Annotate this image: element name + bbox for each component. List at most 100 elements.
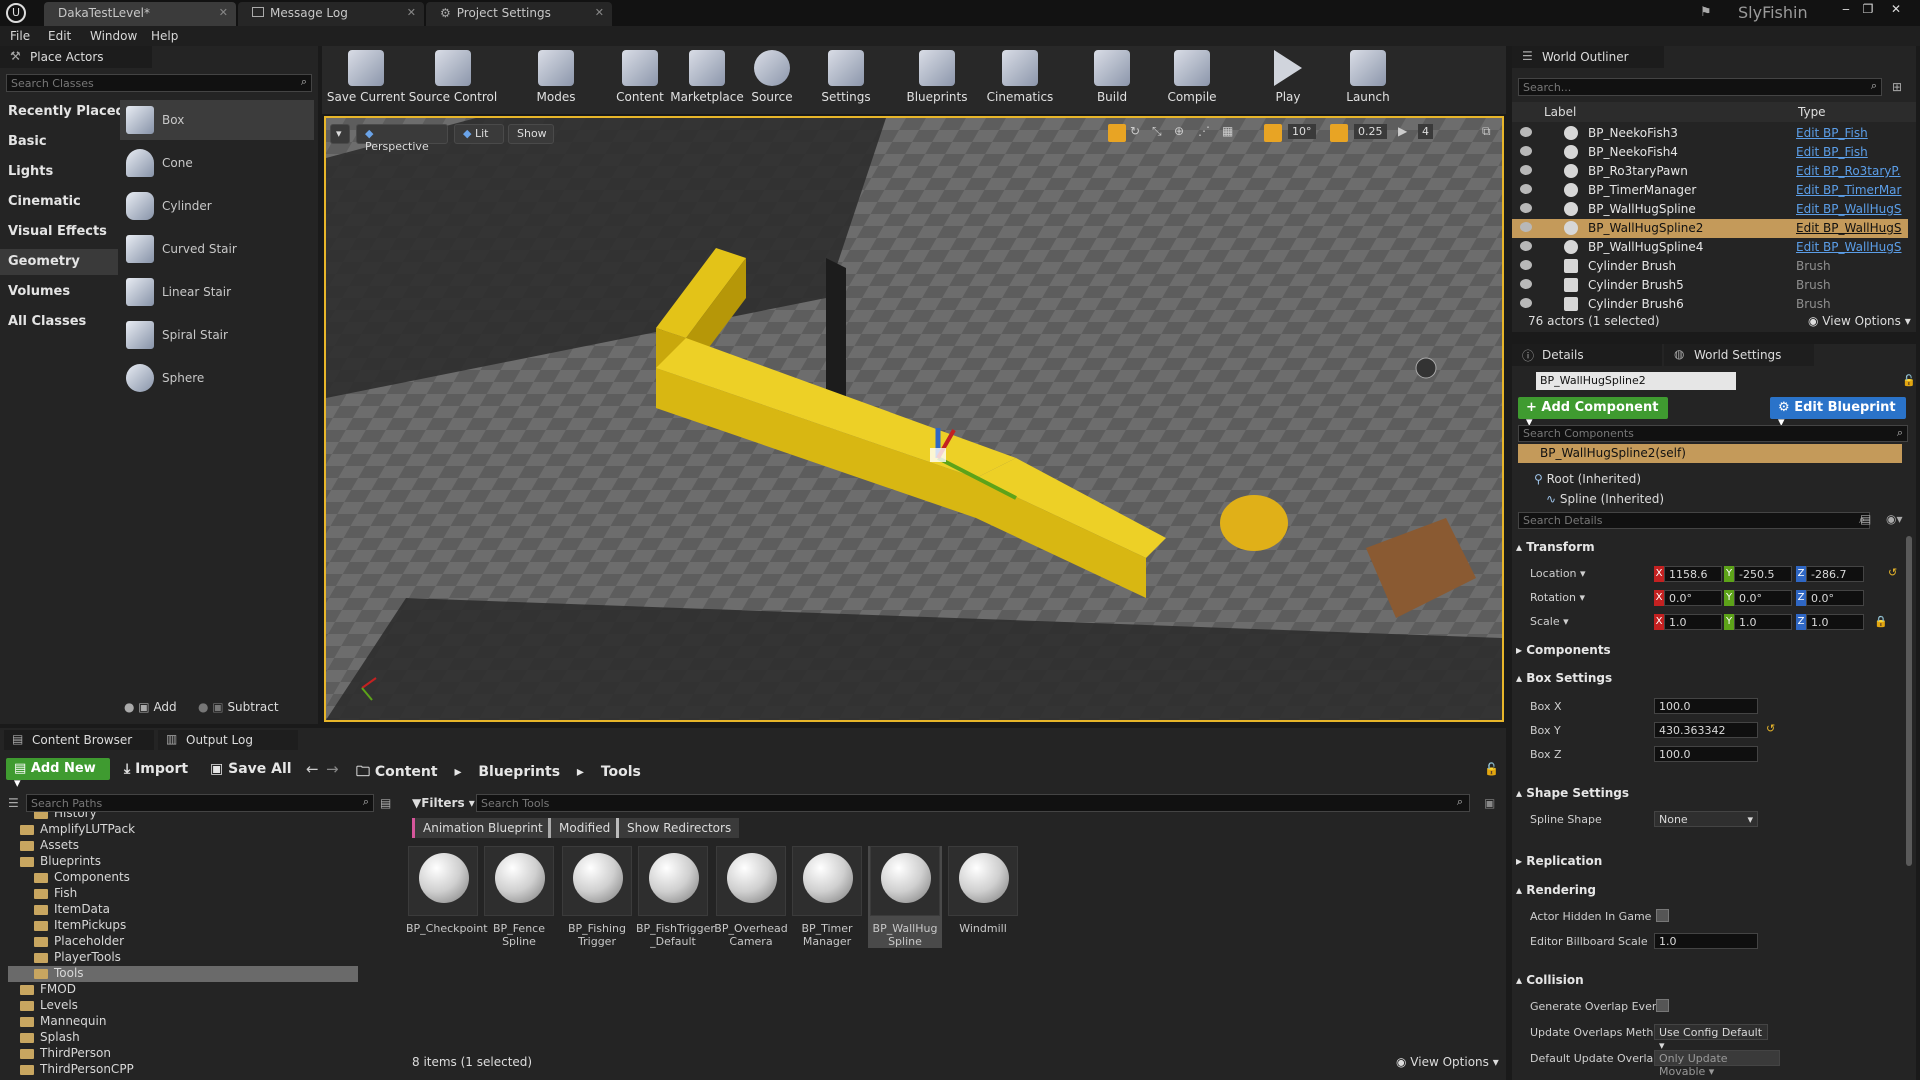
save-current-button[interactable]: Save Current xyxy=(326,50,406,104)
show-button[interactable]: Show xyxy=(508,124,554,144)
location-x-field[interactable]: 1158.6 xyxy=(1664,566,1722,582)
folder-tree-item[interactable]: History xyxy=(34,812,97,822)
settings-button[interactable]: Settings xyxy=(816,50,876,104)
tab-message-log[interactable]: Message Log ✕ xyxy=(238,2,424,26)
folder-tree-item[interactable]: Splash xyxy=(20,1030,80,1046)
update-overlaps-dropdown[interactable]: Use Config Default ▾ xyxy=(1654,1024,1768,1052)
location-y-field[interactable]: -250.5 xyxy=(1734,566,1792,582)
shape-spiral-stair[interactable]: Spiral Stair xyxy=(120,315,314,355)
generate-overlap-checkbox[interactable] xyxy=(1656,999,1669,1012)
search-paths-input[interactable]: Search Paths ⌕ xyxy=(26,794,374,812)
spline-shape-dropdown[interactable]: None ▾ xyxy=(1654,811,1758,827)
minimize-button[interactable]: ‒ xyxy=(1836,2,1856,16)
folder-tree-item[interactable]: Fish xyxy=(34,886,77,902)
eye-icon[interactable] xyxy=(1520,146,1532,156)
close-icon[interactable]: ✕ xyxy=(407,6,416,19)
source-button[interactable]: Source xyxy=(742,50,802,104)
rotation-z-field[interactable]: 0.0° xyxy=(1806,590,1864,606)
forward-arrow-icon[interactable]: → xyxy=(326,760,339,778)
tab-level[interactable]: DakaTestLevel* ✕ xyxy=(44,2,236,26)
marketplace-button[interactable]: Marketplace xyxy=(670,50,744,104)
menu-edit[interactable]: Edit xyxy=(48,29,71,43)
eye-icon[interactable] xyxy=(1520,298,1532,308)
outliner-row[interactable]: BP_NeekoFish4 Edit BP_Fish xyxy=(1512,143,1908,162)
save-all-button[interactable]: ▣ Save All xyxy=(210,761,292,777)
perspective-button[interactable]: ◆ Perspective xyxy=(356,124,448,153)
category-cinematic[interactable]: Cinematic xyxy=(8,194,81,209)
asset-tile[interactable]: BP_Overhead Camera xyxy=(714,846,788,948)
asset-tile[interactable]: Windmill xyxy=(946,846,1020,935)
outliner-row-selected[interactable]: BP_WallHugSpline2 Edit BP_WallHugS xyxy=(1512,219,1908,238)
add-radio[interactable]: ● ▣ Add xyxy=(124,700,177,714)
close-icon[interactable]: ✕ xyxy=(219,6,228,19)
eye-icon[interactable] xyxy=(1520,260,1532,270)
outliner-row[interactable]: Cylinder Brush6 Brush xyxy=(1512,295,1908,314)
folder-tree-item[interactable]: ThirdPerson xyxy=(20,1046,111,1062)
filters-button[interactable]: ▼Filters ▾ xyxy=(412,796,475,810)
shape-settings-section[interactable]: ▴ Shape Settings xyxy=(1516,786,1629,800)
outliner-row[interactable]: Cylinder Brush5 Brush xyxy=(1512,276,1908,295)
asset-tile-selected[interactable]: BP_WallHug Spline xyxy=(868,846,942,948)
close-icon[interactable]: ✕ xyxy=(595,6,604,19)
breadcrumb-separator-icon[interactable]: ▸ xyxy=(454,764,461,780)
eye-icon[interactable] xyxy=(1520,241,1532,251)
outliner-view-options[interactable]: ◉ View Options ▾ xyxy=(1808,314,1911,328)
rotation-y-field[interactable]: 0.0° xyxy=(1734,590,1792,606)
maximize-viewport-icon[interactable]: ⧉ xyxy=(1482,124,1491,139)
actor-name-field[interactable]: BP_WallHugSpline2 xyxy=(1536,372,1736,390)
reset-box-y-icon[interactable]: ↺ xyxy=(1766,722,1775,735)
shape-box[interactable]: Box xyxy=(120,100,314,140)
view-options-icon[interactable]: ▤ xyxy=(380,796,391,810)
rotation-label[interactable]: Rotation ▾ xyxy=(1530,591,1585,604)
outliner-row[interactable]: BP_TimerManager Edit BP_TimerMar xyxy=(1512,181,1908,200)
search-icon[interactable]: ⌕ xyxy=(363,795,369,809)
shape-cylinder[interactable]: Cylinder xyxy=(120,186,314,226)
search-icon[interactable]: ⌕ xyxy=(1897,426,1903,440)
breadcrumb-blueprints[interactable]: Blueprints xyxy=(478,764,560,780)
eye-icon[interactable] xyxy=(1520,203,1532,213)
column-label[interactable]: Label xyxy=(1544,105,1576,119)
folder-tree-item[interactable]: ItemPickups xyxy=(34,918,126,934)
add-component-button[interactable]: + Add Component ▾ xyxy=(1518,397,1668,430)
eye-icon[interactable] xyxy=(1520,127,1532,137)
play-button[interactable]: Play xyxy=(1260,50,1316,104)
scale-icon[interactable]: ⤡ xyxy=(1152,124,1162,139)
folder-tree-item[interactable]: Placeholder xyxy=(34,934,124,950)
outliner-row[interactable]: BP_WallHugSpline4 Edit BP_WallHugS xyxy=(1512,238,1908,257)
sources-toggle-icon[interactable]: ☰ xyxy=(8,796,19,810)
component-root-row[interactable]: ⚲ Root (Inherited) xyxy=(1534,472,1641,486)
category-basic[interactable]: Basic xyxy=(8,134,47,149)
add-folder-icon[interactable]: ⊞ xyxy=(1892,80,1902,94)
lit-button[interactable]: ◆ Lit xyxy=(454,124,504,144)
eye-icon[interactable] xyxy=(1520,165,1532,175)
box-settings-section[interactable]: ▴ Box Settings xyxy=(1516,671,1612,685)
scale-label[interactable]: Scale ▾ xyxy=(1530,615,1569,628)
filter-chip-animation-blueprint[interactable]: Animation Blueprint xyxy=(412,818,551,838)
category-all-classes[interactable]: All Classes xyxy=(8,314,86,329)
scale-y-field[interactable]: 1.0 xyxy=(1734,614,1792,630)
breadcrumb-content[interactable]: Content xyxy=(375,764,438,780)
component-spline-row[interactable]: ∿ Spline (Inherited) xyxy=(1546,492,1664,506)
folder-tree-item[interactable]: Mannequin xyxy=(20,1014,106,1030)
translate-icon[interactable] xyxy=(1108,124,1126,142)
search-icon[interactable]: ⌕ xyxy=(1871,79,1877,93)
asset-tile[interactable]: BP_Checkpoint xyxy=(406,846,488,935)
filter-chip-show-redirectors[interactable]: Show Redirectors xyxy=(616,818,740,838)
eye-icon[interactable] xyxy=(1520,279,1532,289)
feedback-icon[interactable]: ⚑ xyxy=(1700,5,1712,20)
actor-type-link[interactable]: Edit BP_WallHugS xyxy=(1796,221,1902,235)
scale-lock-icon[interactable]: 🔒 xyxy=(1874,615,1888,628)
scale-z-field[interactable]: 1.0 xyxy=(1806,614,1864,630)
asset-tile[interactable]: BP_Timer Manager xyxy=(790,846,864,948)
search-icon[interactable]: ⌕ xyxy=(1457,795,1463,809)
import-button[interactable]: ⤓ Import xyxy=(124,761,188,777)
folder-tree-item[interactable]: Levels xyxy=(20,998,78,1014)
folder-tree-item[interactable]: ItemData xyxy=(34,902,110,918)
default-update-dropdown[interactable]: Only Update Movable ▾ xyxy=(1654,1050,1780,1078)
unreal-logo-icon[interactable]: U xyxy=(6,3,26,23)
camera-speed-icon[interactable]: ▶ xyxy=(1398,124,1407,138)
back-arrow-icon[interactable]: ← xyxy=(306,760,319,778)
eye-icon[interactable] xyxy=(1520,222,1532,232)
search-tools-input[interactable]: Search Tools ⌕ xyxy=(476,794,1470,812)
outliner-tab[interactable]: ☰ World Outliner xyxy=(1512,46,1664,68)
